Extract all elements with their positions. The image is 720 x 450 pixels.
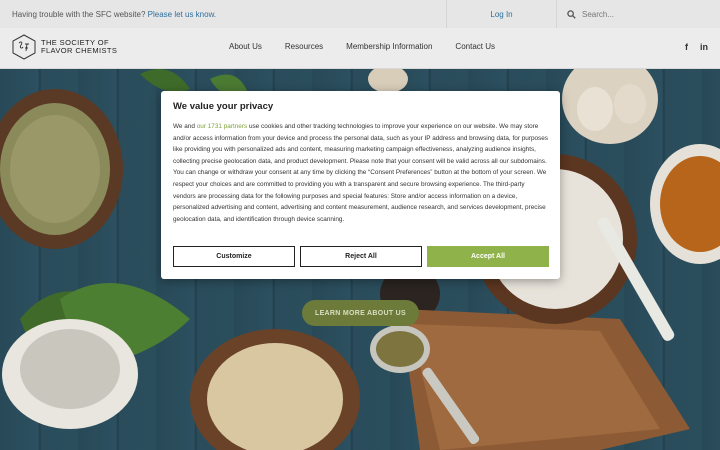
- dialog-title: We value your privacy: [173, 101, 274, 112]
- reject-all-button[interactable]: Reject All: [300, 246, 422, 267]
- accept-all-button[interactable]: Accept All: [427, 246, 549, 267]
- customize-button[interactable]: Customize: [173, 246, 295, 267]
- trouble-notice: Having trouble with the SFC website? Ple…: [0, 10, 446, 19]
- linkedin-icon[interactable]: in: [700, 42, 708, 52]
- dialog-body: We and our 1731 partners use cookies and…: [173, 121, 548, 225]
- nav-item-contact-us[interactable]: Contact Us: [455, 42, 495, 51]
- search-input[interactable]: Search...: [582, 10, 614, 19]
- nav-links: About Us Resources Membership Informatio…: [229, 42, 518, 51]
- report-issue-link[interactable]: Please let us know.: [148, 10, 216, 19]
- facebook-icon[interactable]: f: [685, 42, 688, 52]
- site-logo[interactable]: THE SOCIETY OF FLAVOR CHEMISTS: [12, 34, 117, 60]
- nav-item-membership-information[interactable]: Membership Information: [346, 42, 432, 51]
- search-icon: [567, 9, 576, 19]
- nav-item-about-us[interactable]: About Us: [229, 42, 262, 51]
- main-nav: THE SOCIETY OF FLAVOR CHEMISTS About Us …: [0, 28, 720, 69]
- sfc-logo-icon: [12, 34, 36, 60]
- social-links: f in: [673, 42, 708, 52]
- top-bar: Having trouble with the SFC website? Ple…: [0, 0, 720, 28]
- logo-line-2: FLAVOR CHEMISTS: [41, 46, 118, 55]
- learn-more-button[interactable]: LEARN MORE ABOUT US: [302, 300, 419, 326]
- trouble-notice-text: Having trouble with the SFC website?: [12, 9, 146, 19]
- search-box[interactable]: Search...: [556, 0, 720, 28]
- partners-link[interactable]: our 1731 partners: [197, 123, 247, 130]
- consent-buttons: Customize Reject All Accept All: [173, 246, 549, 267]
- logo-text: THE SOCIETY OF FLAVOR CHEMISTS: [41, 39, 117, 55]
- dialog-body-text: use cookies and other tracking technolog…: [173, 123, 549, 223]
- dialog-body-prefix: We and: [173, 123, 195, 130]
- nav-item-resources[interactable]: Resources: [285, 42, 323, 51]
- cookie-consent-dialog: We value your privacy We and our 1731 pa…: [161, 91, 560, 279]
- login-link[interactable]: Log In: [446, 0, 556, 28]
